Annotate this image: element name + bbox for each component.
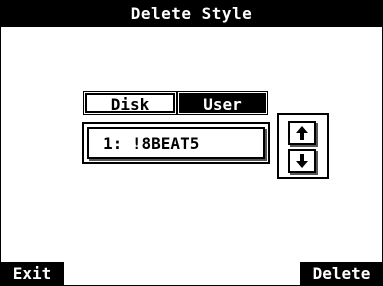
tab-user[interactable]: User (177, 91, 268, 115)
delete-style-screen: Delete Style Disk User 1: !8BEAT5 (0, 0, 383, 286)
delete-button[interactable]: Delete (300, 262, 383, 286)
arrow-down-icon (296, 154, 308, 168)
arrow-up-icon (296, 126, 308, 140)
scroll-button-group (277, 113, 329, 179)
style-name-value: 1: !8BEAT5 (87, 127, 265, 159)
scroll-down-button[interactable] (288, 149, 316, 173)
scroll-up-button[interactable] (288, 121, 316, 145)
exit-button[interactable]: Exit (0, 262, 64, 286)
tab-disk[interactable]: Disk (83, 91, 177, 115)
page-title: Delete Style (1, 1, 382, 27)
style-select-field[interactable]: 1: !8BEAT5 (82, 122, 270, 164)
